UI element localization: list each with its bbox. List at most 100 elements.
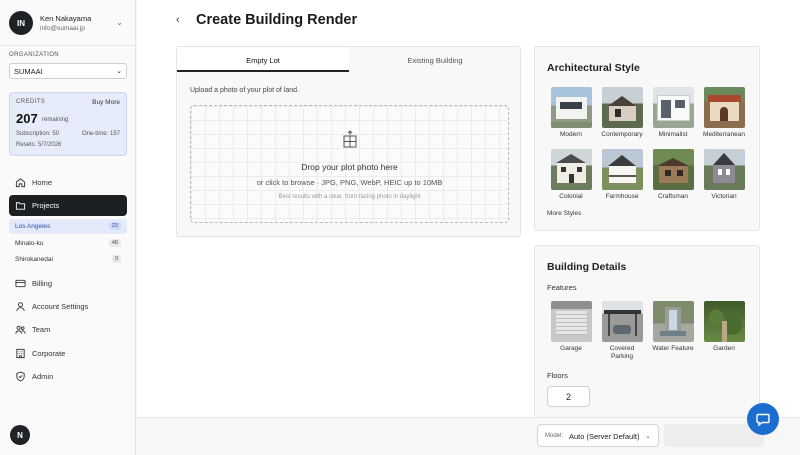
user-icon [16,302,25,312]
contemporary-house-thumbnail [601,87,643,128]
chat-bubble-icon [756,413,770,427]
sidebar-item-corporate[interactable]: Corporate [9,343,127,364]
more-styles-link[interactable]: More Styles [547,210,581,217]
sidebar-item-label: Account Settings [32,302,89,311]
tab-empty-lot[interactable]: Empty Lot [177,47,349,72]
feature-option-covered-parking[interactable]: Covered Parking [599,301,645,361]
style-option-victorian[interactable]: Victorian [701,149,747,201]
style-option-contemporary[interactable]: Contemporary [599,87,645,139]
style-label: Farmhouse [605,193,639,200]
style-option-farmhouse[interactable]: Farmhouse [599,149,645,201]
feature-label: Garden [713,345,735,352]
tab-existing-building[interactable]: Existing Building [349,47,521,72]
building-details-title: Building Details [547,261,627,273]
modern-house-thumbnail [550,87,592,128]
chat-support-button[interactable] [747,403,779,435]
credits-subscription: Subscription: 50 [16,131,60,137]
avatar: IN [9,11,33,35]
covered-parking-thumbnail [601,301,643,342]
style-option-modern[interactable]: Modern [548,87,594,139]
garage-thumbnail [550,301,592,342]
team-icon [15,325,26,334]
project-count: 23 [108,222,121,230]
project-item-los-angeles[interactable]: Los Angeles 23 [9,219,127,234]
feature-option-garage[interactable]: Garage [548,301,594,353]
user-name: Ken Nakayama [40,14,92,23]
building-details-card: Building Details Features Garage Covered… [534,245,760,425]
style-label: Mediterranean [703,131,745,138]
style-option-craftsman[interactable]: Craftsman [650,149,696,201]
feature-option-garden[interactable]: Garden [701,301,747,353]
dropzone-tip: Best results with a clear, front-facing … [278,194,421,200]
user-menu[interactable]: IN Ken Nakayama info@sumaai.jp ⌄ [9,9,127,37]
sidebar-item-label: Home [32,178,53,187]
sidebar-item-admin[interactable]: Admin [9,366,127,387]
floors-input[interactable]: 2 [547,386,590,407]
buy-more-link[interactable]: Buy More [92,99,120,106]
chevron-down-icon[interactable]: ⌄ [116,18,123,27]
garden-thumbnail [703,301,745,342]
sidebar-item-label: Team [32,325,51,334]
sidebar-item-label: Projects [32,201,60,210]
floors-label: Floors [547,371,568,380]
chevron-down-icon: ⌄ [116,68,122,75]
sidebar-item-label: Billing [32,279,53,288]
chevron-down-icon: ⌄ [645,433,651,440]
page-title: Create Building Render [196,12,358,28]
shield-icon [16,371,25,382]
sidebar-item-projects[interactable]: Projects [9,195,127,216]
building-icon [16,348,25,359]
project-item-shirokanedai[interactable]: Shirokanedai 9 [9,252,127,267]
back-chevron-icon[interactable]: ‹ [176,14,180,26]
architectural-style-card: Architectural Style Modern Contemporary … [534,46,760,231]
upload-card: Empty Lot Existing Building Upload a pho… [176,46,521,237]
style-label: Contemporary [601,131,643,138]
water-feature-thumbnail [652,301,694,342]
folder-icon [15,202,26,210]
model-select[interactable]: Model: Auto (Server Default) ⌄ [537,424,659,447]
plot-upload-icon [343,130,357,148]
user-email: info@sumaai.jp [40,25,85,32]
sidebar: IN Ken Nakayama info@sumaai.jp ⌄ ORGANIZ… [0,0,136,455]
style-label: Modern [559,131,583,138]
style-option-mediterranean[interactable]: Mediterranean [701,87,747,139]
divider [0,45,136,46]
organization-selected: SUMAAI [14,67,43,76]
app-badge[interactable]: N [10,425,30,445]
credits-remaining-count: 207 [16,111,38,126]
project-label: Los Angeles [15,223,51,230]
upload-hint: Upload a photo of your plot of land. [190,87,299,94]
sidebar-item-home[interactable]: Home [9,172,127,193]
project-item-minato-ku[interactable]: Minato-ku 48 [9,236,127,251]
photo-dropzone[interactable]: Drop your plot photo here or click to br… [190,105,509,223]
project-label: Minato-ku [15,240,44,247]
feature-label: Garage [560,345,582,352]
sidebar-item-account-settings[interactable]: Account Settings [9,296,127,317]
victorian-house-thumbnail [703,149,745,190]
feature-label: Water Feature [652,345,694,352]
sidebar-item-team[interactable]: Team [9,319,127,340]
credits-remaining-label: remaining [42,117,69,123]
farmhouse-house-thumbnail [601,149,643,190]
credits-panel: CREDITS Buy More 207 remaining Subscript… [9,92,127,156]
architectural-style-title: Architectural Style [547,62,640,74]
style-label: Victorian [711,193,737,200]
style-label: Craftsman [658,193,688,200]
style-option-colonial[interactable]: Colonial [548,149,594,201]
sidebar-item-label: Corporate [32,349,66,358]
dropzone-title: Drop your plot photo here [301,162,398,172]
mediterranean-house-thumbnail [703,87,745,128]
sidebar-item-billing[interactable]: Billing [9,273,127,294]
credits-label: CREDITS [16,99,46,105]
feature-option-water-feature[interactable]: Water Feature [650,301,696,353]
craftsman-house-thumbnail [652,149,694,190]
style-label: Colonial [559,193,583,200]
features-label: Features [547,283,577,292]
style-option-minimalist[interactable]: Minimalist [650,87,696,139]
style-label: Minimalist [658,131,688,138]
home-icon [15,178,26,188]
feature-label: Covered Parking [609,345,635,360]
credits-one-time: One-time: 157 [81,131,120,137]
organization-select[interactable]: SUMAAI ⌄ [9,63,127,79]
sidebar-item-label: Admin [32,372,54,381]
